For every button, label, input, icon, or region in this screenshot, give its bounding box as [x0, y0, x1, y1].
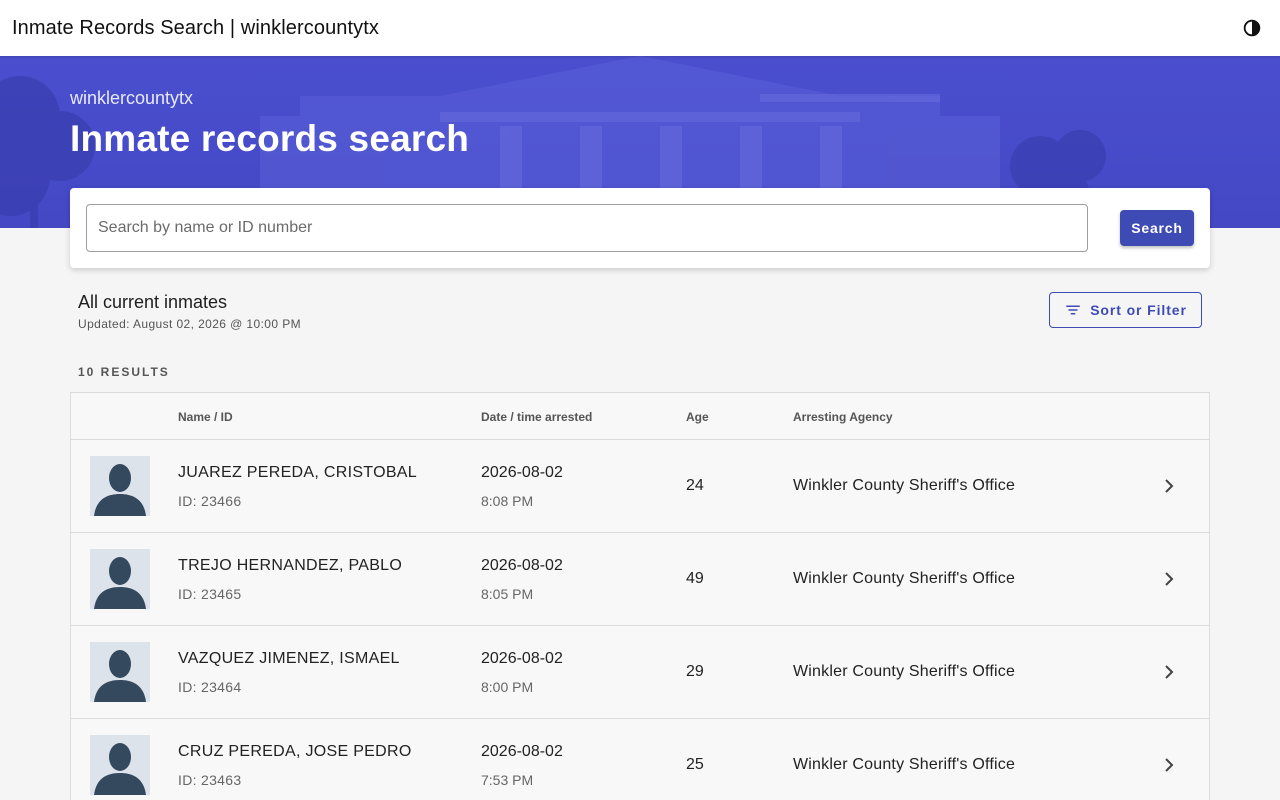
inmate-name: VAZQUEZ JIMENEZ, ISMAEL: [178, 650, 400, 667]
arresting-agency: Winkler County Sheriff's Office: [793, 570, 1016, 587]
page-title: Inmate records search: [70, 118, 470, 159]
table-row[interactable]: TREJO HERNANDEZ, PABLO ID: 23465 2026-08…: [71, 533, 1209, 626]
results-count: 10 RESULTS: [78, 365, 170, 379]
person-silhouette-icon: [94, 464, 146, 516]
section-title: All current inmates: [78, 292, 228, 312]
chevron-right-icon[interactable]: [1157, 567, 1181, 591]
table-header: Name / ID Date / time arrested Age Arres…: [71, 393, 1209, 440]
chevron-right-icon[interactable]: [1157, 660, 1181, 684]
chevron-right-icon[interactable]: [1157, 474, 1181, 498]
sort-filter-button[interactable]: Sort or Filter: [1049, 292, 1202, 328]
inmate-age: 24: [686, 477, 704, 494]
arresting-agency: Winkler County Sheriff's Office: [793, 756, 1016, 773]
inmate-id: ID: 23463: [178, 772, 242, 788]
dark-mode-icon: [1243, 19, 1261, 37]
filter-list-icon: [1066, 305, 1080, 315]
app-bar: Inmate Records Search | winklercountytx: [0, 0, 1280, 56]
avatar: [90, 735, 150, 795]
inmate-age: 29: [686, 663, 704, 680]
search-button[interactable]: Search: [1120, 210, 1194, 246]
inmate-id: ID: 23465: [178, 586, 242, 602]
person-silhouette-icon: [94, 650, 146, 702]
hero-subtitle: winklercountytx: [70, 88, 194, 108]
arrest-time: 8:05 PM: [481, 586, 534, 602]
arrest-date: 2026-08-02: [481, 557, 563, 574]
theme-toggle-button[interactable]: [1236, 12, 1268, 44]
search-card: Search: [70, 188, 1210, 268]
column-header-age[interactable]: Age: [686, 410, 709, 424]
arresting-agency: Winkler County Sheriff's Office: [793, 663, 1016, 680]
avatar: [90, 456, 150, 516]
person-silhouette-icon: [94, 557, 146, 609]
inmate-age: 25: [686, 756, 704, 773]
sort-filter-label: Sort or Filter: [1090, 302, 1187, 318]
column-header-agency[interactable]: Arresting Agency: [793, 410, 893, 424]
inmate-id: ID: 23466: [178, 493, 242, 509]
window-title: Inmate Records Search | winklercountytx: [12, 16, 380, 39]
inmate-age: 49: [686, 570, 704, 587]
arrest-time: 8:08 PM: [481, 493, 534, 509]
inmate-name: CRUZ PEREDA, JOSE PEDRO: [178, 743, 412, 760]
chevron-right-icon[interactable]: [1157, 753, 1181, 777]
avatar: [90, 549, 150, 609]
inmate-name: JUAREZ PEREDA, CRISTOBAL: [178, 464, 417, 481]
search-input[interactable]: [86, 204, 1088, 252]
updated-timestamp: Updated: August 02, 2026 @ 10:00 PM: [78, 317, 301, 331]
table-row[interactable]: JUAREZ PEREDA, CRISTOBAL ID: 23466 2026-…: [71, 440, 1209, 533]
arrest-time: 7:53 PM: [481, 772, 534, 788]
arrest-time: 8:00 PM: [481, 679, 534, 695]
column-header-date[interactable]: Date / time arrested: [481, 410, 592, 424]
table-row[interactable]: VAZQUEZ JIMENEZ, ISMAEL ID: 23464 2026-0…: [71, 626, 1209, 719]
arrest-date: 2026-08-02: [481, 743, 563, 760]
avatar: [90, 642, 150, 702]
arresting-agency: Winkler County Sheriff's Office: [793, 477, 1016, 494]
inmate-name: TREJO HERNANDEZ, PABLO: [178, 557, 403, 574]
person-silhouette-icon: [94, 743, 146, 795]
table-row[interactable]: CRUZ PEREDA, JOSE PEDRO ID: 23463 2026-0…: [71, 719, 1209, 800]
inmate-table: Name / ID Date / time arrested Age Arres…: [70, 392, 1210, 800]
arrest-date: 2026-08-02: [481, 464, 563, 481]
arrest-date: 2026-08-02: [481, 650, 563, 667]
inmate-id: ID: 23464: [178, 679, 242, 695]
column-header-name[interactable]: Name / ID: [178, 410, 233, 424]
